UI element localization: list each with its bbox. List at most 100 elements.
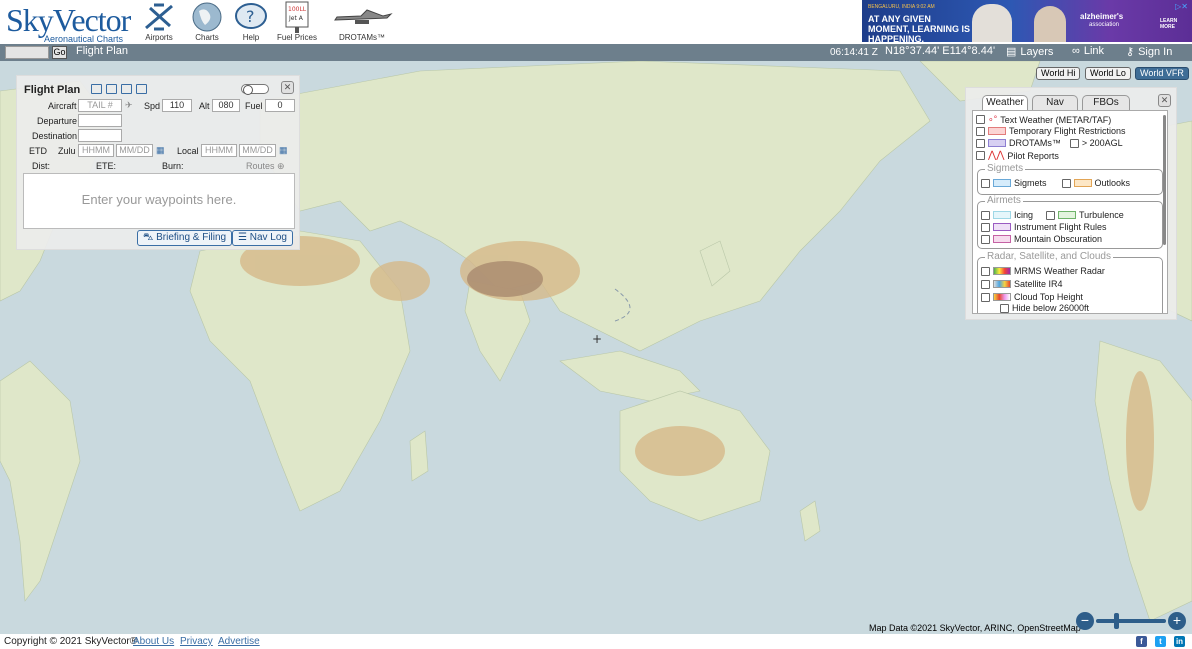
checkbox[interactable] xyxy=(1061,178,1071,188)
ad-close-icon[interactable]: ▷✕ xyxy=(1175,2,1188,11)
fuel-input[interactable]: 0 xyxy=(265,99,295,112)
nav-airports[interactable]: Airports xyxy=(136,2,182,42)
ad-brand-sub: association xyxy=(1089,22,1120,28)
tab-weather[interactable]: Weather xyxy=(982,95,1028,110)
layer-mountain[interactable]: Mountain Obscuration xyxy=(981,234,1102,244)
nav-charts[interactable]: Charts xyxy=(184,2,230,42)
layer-ifr[interactable]: Instrument Flight Rules xyxy=(981,222,1107,232)
altitude-label: Alt xyxy=(199,101,210,111)
about-us-link[interactable]: About Us xyxy=(133,636,174,647)
cursor-coordinates: N18°37.44' E114°8.44' xyxy=(885,45,996,57)
layer-icing[interactable]: Icing Turbulence xyxy=(981,210,1124,220)
destination-input[interactable] xyxy=(78,129,122,142)
open-folder-icon[interactable] xyxy=(106,84,117,94)
new-document-icon[interactable] xyxy=(91,84,102,94)
zoom-slider-track[interactable] xyxy=(1096,619,1166,623)
zulu-label: Zulu xyxy=(58,146,76,156)
checkbox[interactable] xyxy=(976,138,985,148)
nav-log-button[interactable]: ☰ Nav Log xyxy=(232,230,293,246)
checkbox[interactable] xyxy=(981,178,990,188)
tab-nav[interactable]: Nav xyxy=(1032,95,1078,110)
briefing-filing-button[interactable]: ⛍ Briefing & Filing xyxy=(137,230,233,246)
checkbox[interactable] xyxy=(976,115,985,124)
layer-label: Pilot Reports xyxy=(1007,150,1059,161)
group-title: Sigmets xyxy=(985,163,1026,174)
layer-drotams[interactable]: DROTAMs™ > 200AGL xyxy=(976,138,1123,148)
nav-drotams[interactable]: DROTAMs™ xyxy=(330,2,394,42)
nav-fuel-prices[interactable]: 100LL Jet A Fuel Prices xyxy=(274,1,320,42)
advertisement-banner[interactable]: BENGALURU, INDIA 9:02 AM AT ANY GIVEN MO… xyxy=(862,0,1192,42)
altitude-input[interactable]: 080 xyxy=(212,99,240,112)
layer-label: Icing xyxy=(1014,210,1034,220)
local-time-input[interactable]: HHMM xyxy=(201,144,237,157)
facebook-icon[interactable]: f xyxy=(1136,636,1147,647)
sign-in-button[interactable]: ⚷ Sign In xyxy=(1126,45,1172,59)
ifr-swatch xyxy=(993,223,1011,231)
view-world-lo-button[interactable]: World Lo xyxy=(1085,67,1131,80)
flight-plan-toggle-switch[interactable] xyxy=(241,84,269,95)
zulu-date-input[interactable]: MM/DD xyxy=(116,144,153,157)
checkbox[interactable] xyxy=(981,266,990,276)
car-icon: ⛍ xyxy=(143,232,154,243)
layer-satellite[interactable]: Satellite IR4 xyxy=(981,279,1063,289)
airport-search-input[interactable] xyxy=(5,46,49,59)
view-world-vfr-button[interactable]: World VFR xyxy=(1135,67,1189,80)
checkbox[interactable] xyxy=(1000,303,1009,313)
svg-text:+: + xyxy=(592,332,602,346)
close-icon[interactable]: ✕ xyxy=(1158,94,1171,107)
link-button[interactable]: ∞ Link xyxy=(1072,45,1104,57)
calendar-icon[interactable]: ▦ xyxy=(156,145,165,156)
checkbox[interactable] xyxy=(1046,210,1056,220)
zoom-slider-thumb[interactable] xyxy=(1114,613,1119,629)
layer-pilot-reports[interactable]: ⋀⋀ Pilot Reports xyxy=(976,150,1059,161)
layer-text-weather[interactable]: ∘° Text Weather (METAR/TAF) xyxy=(976,114,1111,125)
linkedin-icon[interactable]: in xyxy=(1174,636,1185,647)
calendar-icon[interactable]: ▦ xyxy=(279,145,288,156)
checkbox[interactable] xyxy=(981,222,990,232)
save-icon[interactable] xyxy=(121,84,132,94)
aircraft-label: Aircraft xyxy=(48,101,77,111)
go-button[interactable]: Go xyxy=(52,46,67,59)
nav-help[interactable]: ? Help xyxy=(228,2,274,42)
checkbox[interactable] xyxy=(981,210,990,220)
local-date-input[interactable]: MM/DD xyxy=(239,144,276,157)
airplane-icon[interactable]: ✈ xyxy=(125,100,133,111)
view-world-hi-button[interactable]: World Hi xyxy=(1036,67,1081,80)
scrollbar[interactable] xyxy=(1163,115,1166,245)
checkbox[interactable] xyxy=(976,126,985,136)
distance-label: Dist: xyxy=(32,161,50,171)
layer-tfr[interactable]: Temporary Flight Restrictions xyxy=(976,126,1126,136)
layers-button[interactable]: ▤ Layers xyxy=(1006,45,1053,59)
waypoints-input[interactable]: Enter your waypoints here. xyxy=(23,173,295,229)
close-icon[interactable]: ✕ xyxy=(281,81,294,94)
tab-fbos[interactable]: FBOs xyxy=(1082,95,1130,110)
checkbox[interactable] xyxy=(981,279,990,289)
speed-input[interactable]: 110 xyxy=(162,99,192,112)
routes-button[interactable]: Routes ⊕ xyxy=(246,161,285,172)
checkbox[interactable] xyxy=(981,292,990,302)
twitter-icon[interactable]: t xyxy=(1155,636,1166,647)
advertise-link[interactable]: Advertise xyxy=(218,636,260,647)
flight-plan-title: Flight Plan xyxy=(24,84,81,96)
aircraft-input[interactable]: TAIL # xyxy=(78,99,122,112)
zulu-time-input[interactable]: HHMM xyxy=(78,144,114,157)
skyvector-logo[interactable]: SkyVector Aeronautical Charts xyxy=(6,4,131,44)
checkbox[interactable] xyxy=(981,234,990,244)
layer-sigmets[interactable]: Sigmets Outlooks xyxy=(981,178,1130,188)
checkbox[interactable] xyxy=(1069,138,1079,148)
share-icon[interactable] xyxy=(136,84,147,94)
zoom-in-button[interactable]: + xyxy=(1168,612,1186,630)
checkbox[interactable] xyxy=(976,151,985,160)
sigmets-swatch xyxy=(993,179,1011,187)
layer-cloud-top[interactable]: Cloud Top Height xyxy=(981,292,1083,302)
ad-cta[interactable]: LEARN MORE xyxy=(1160,18,1192,30)
speed-label: Spd xyxy=(144,101,161,111)
hide-below-option[interactable]: Hide below 26000ft xyxy=(1000,303,1089,313)
privacy-link[interactable]: Privacy xyxy=(180,636,213,647)
flight-plan-toggle[interactable]: Flight Plan xyxy=(76,45,128,57)
zoom-out-button[interactable]: − xyxy=(1076,612,1094,630)
svg-text:Jet A: Jet A xyxy=(288,15,304,22)
departure-input[interactable] xyxy=(78,114,122,127)
top-toolbar: Go Flight Plan 06:14:41 Z N18°37.44' E11… xyxy=(0,44,1192,61)
layer-radar[interactable]: MRMS Weather Radar xyxy=(981,266,1105,276)
